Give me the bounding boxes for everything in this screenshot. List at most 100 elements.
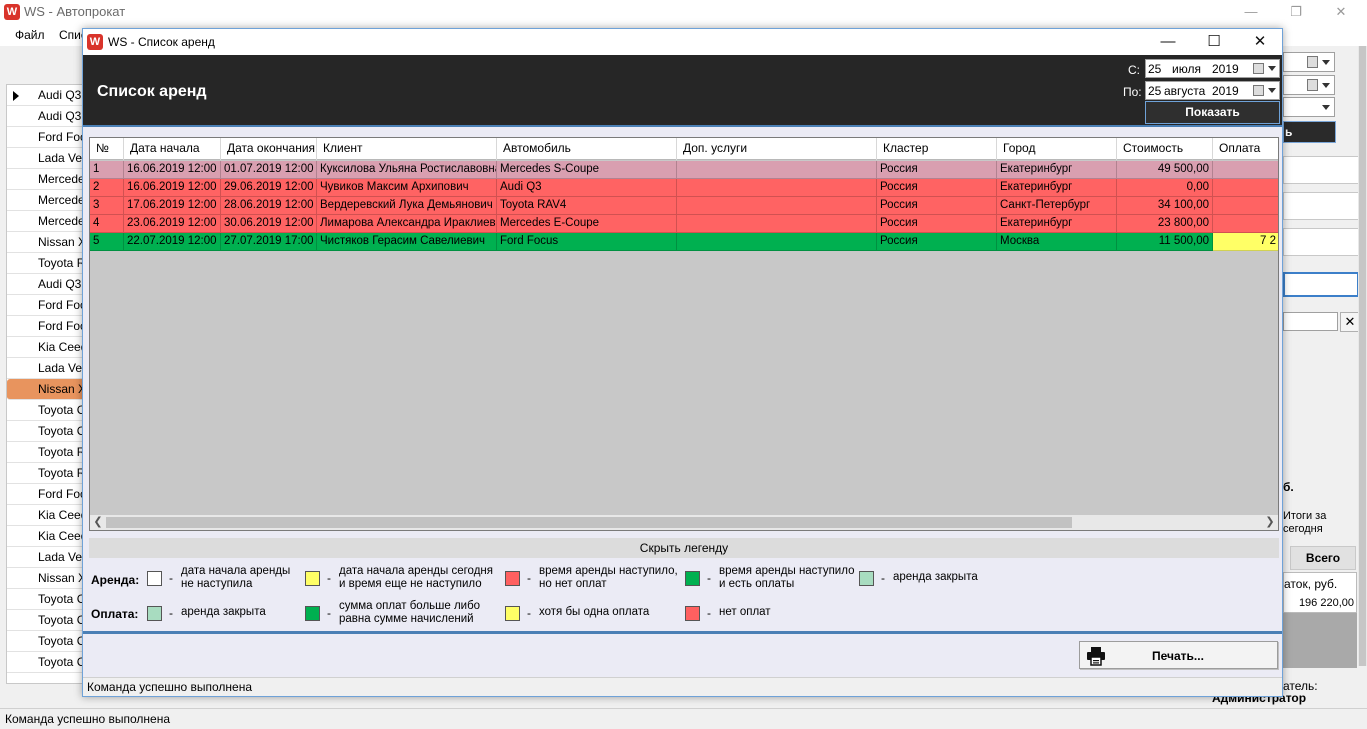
table-row[interactable]: 2 16.06.2019 12:00 29.06.2019 12:00 Чувиков… (90, 179, 1278, 197)
list-item[interactable]: Toyota C (7, 421, 85, 442)
menu-file[interactable]: Файл (15, 28, 45, 42)
column-header[interactable]: Оплата (1213, 138, 1278, 160)
table-row[interactable]: 3 17.06.2019 12:00 28.06.2019 12:00 Вердере… (90, 197, 1278, 215)
table-cell: Mercedes S-Coupe (497, 161, 677, 179)
legend-text: сумма оплат больше либо равна сумме начис… (339, 600, 480, 626)
column-header[interactable]: Автомобиль (497, 138, 677, 160)
list-item[interactable]: Toyota C (7, 631, 85, 652)
list-item[interactable]: Ford Focus (7, 127, 85, 148)
scroll-thumb[interactable] (106, 517, 1072, 528)
list-item[interactable]: Lada Vesta (7, 148, 85, 169)
list-item[interactable]: Audi Q3 (7, 106, 85, 127)
table-cell: 16.06.2019 12:00 (124, 161, 221, 179)
bg-focused-field[interactable] (1283, 272, 1359, 297)
list-item[interactable]: Nissan X (7, 232, 85, 253)
list-item[interactable]: Kia Ceed (7, 526, 85, 547)
table-cell: Екатеринбург (997, 215, 1117, 233)
table-cell: 11 500,00 (1117, 233, 1213, 251)
list-item[interactable]: Nissan X (7, 379, 85, 400)
column-header[interactable]: Кластер (877, 138, 997, 160)
clear-filter-button[interactable]: ✕ (1340, 312, 1360, 332)
date-to-picker[interactable]: 25 августа 2019 (1145, 81, 1280, 100)
legend-swatch (685, 606, 700, 621)
column-header[interactable]: Город (997, 138, 1117, 160)
list-item[interactable]: Toyota C (7, 400, 85, 421)
legend-text-line: дата начала аренды (181, 565, 291, 577)
list-item[interactable]: Lada Vesta (7, 547, 85, 568)
bg-select[interactable] (1283, 97, 1335, 117)
table-row[interactable]: 4 23.06.2019 12:00 30.06.2019 12:00 Лимаров… (90, 215, 1278, 233)
bg-date-to-picker[interactable] (1283, 75, 1335, 95)
close-icon[interactable]: ✕ (1318, 0, 1364, 24)
table-cell: Toyota RAV4 (497, 197, 677, 215)
legend-dash: - (327, 606, 331, 620)
restore-icon[interactable]: ❐ (1273, 0, 1319, 24)
table-cell: Россия (877, 179, 997, 197)
list-item[interactable]: Toyota C (7, 652, 85, 673)
minimize-icon[interactable]: — (1145, 29, 1191, 55)
list-item[interactable]: Mercedes (7, 190, 85, 211)
maximize-icon[interactable]: ☐ (1191, 29, 1237, 55)
table-row[interactable]: 5 22.07.2019 12:00 27.07.2019 17:00 Чистяко… (90, 233, 1278, 251)
bg-date-from-picker[interactable] (1283, 52, 1335, 72)
date-from-picker[interactable]: 25 июля 2019 (1145, 59, 1280, 78)
totals-label-1: Итоги за (1283, 510, 1327, 522)
scroll-left-icon[interactable]: ❮ (90, 515, 106, 530)
table-cell (677, 197, 877, 215)
list-item[interactable]: Kia Ceed (7, 505, 85, 526)
table-cell: Вердеревский Лука Демьянович (317, 197, 497, 215)
bg-field[interactable] (1283, 228, 1359, 256)
list-item[interactable]: Kia Ceed (7, 337, 85, 358)
legend-separator (83, 631, 1282, 634)
legend-swatch (147, 606, 162, 621)
bg-filter-input[interactable] (1283, 312, 1338, 331)
show-button[interactable]: Показать (1145, 101, 1280, 124)
table-cell: Audi Q3 (497, 179, 677, 197)
table-row[interactable]: 1 16.06.2019 12:00 01.07.2019 12:00 Куксило… (90, 161, 1278, 179)
column-header[interactable]: Клиент (317, 138, 497, 160)
main-vertical-scrollbar[interactable] (1358, 46, 1367, 666)
table-cell (677, 179, 877, 197)
rentals-table: № Дата начала Дата окончания Клиент Автомоби… (89, 137, 1279, 531)
scroll-right-icon[interactable]: ❯ (1262, 515, 1278, 530)
list-item[interactable]: Mercedes (7, 211, 85, 232)
list-item[interactable]: Toyota C (7, 589, 85, 610)
column-header[interactable]: № (90, 138, 124, 160)
legend-dash: - (707, 571, 711, 585)
calendar-icon (1307, 56, 1318, 68)
list-item[interactable]: Ford Focus (7, 316, 85, 337)
column-header[interactable]: Дата начала (124, 138, 221, 160)
table-cell (1213, 161, 1278, 179)
print-button[interactable]: Печать... (1079, 641, 1278, 669)
scroll-thumb[interactable] (1359, 46, 1366, 666)
table-cell: 4 (90, 215, 124, 233)
close-icon[interactable]: ✕ (1237, 29, 1283, 55)
total-tab[interactable]: Всего (1290, 546, 1356, 570)
list-item[interactable]: Toyota R (7, 253, 85, 274)
close-icon: ✕ (1344, 314, 1356, 329)
list-item[interactable]: Nissan X (7, 568, 85, 589)
legend-payment-label: Оплата: (91, 607, 139, 621)
column-header[interactable]: Стоимость (1117, 138, 1213, 160)
print-button-label: Печать... (1152, 649, 1204, 663)
column-header[interactable]: Дата окончания (221, 138, 317, 160)
table-horizontal-scrollbar[interactable]: ❮ ❯ (90, 515, 1278, 530)
list-item[interactable]: Toyota C (7, 610, 85, 631)
bg-field[interactable] (1283, 192, 1359, 220)
list-item[interactable]: Mercedes (7, 169, 85, 190)
legend-text-line: аренда закрыта (893, 571, 978, 583)
list-item[interactable]: Audi Q3 (7, 274, 85, 295)
bg-field[interactable] (1283, 156, 1359, 184)
column-header[interactable]: Доп. услуги (677, 138, 877, 160)
list-item[interactable]: Toyota R (7, 442, 85, 463)
list-item[interactable]: Lada Vesta (7, 358, 85, 379)
table-cell: Россия (877, 161, 997, 179)
list-item[interactable]: Ford Focus (7, 484, 85, 505)
list-item[interactable]: Toyota R (7, 463, 85, 484)
hide-legend-button[interactable]: Скрыть легенду (89, 538, 1279, 558)
chevron-down-icon (1322, 83, 1330, 88)
list-item[interactable]: Ford Focus (7, 295, 85, 316)
legend-text-line: нет оплат (719, 606, 771, 618)
minimize-icon[interactable]: — (1228, 0, 1274, 24)
bg-show-button[interactable]: ь (1283, 121, 1336, 143)
